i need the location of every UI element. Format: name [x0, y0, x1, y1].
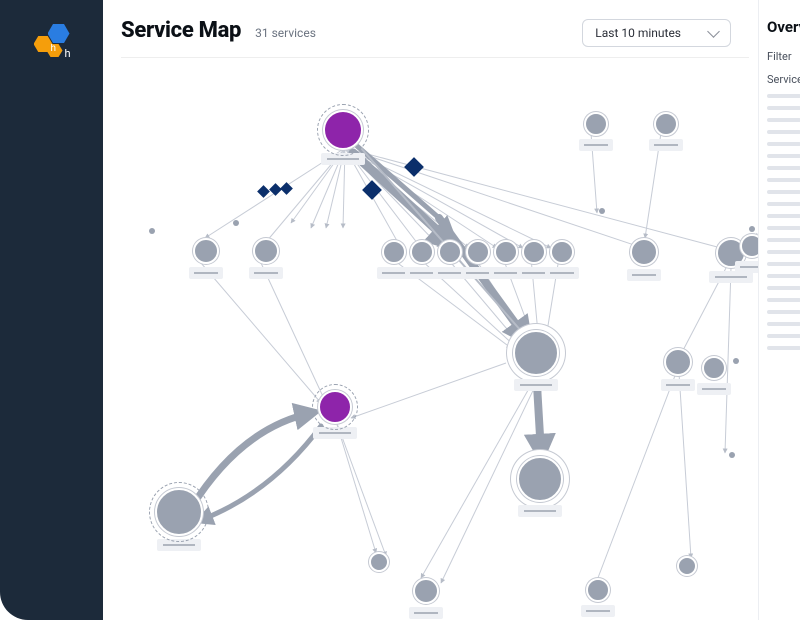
- nav-sidebar: h: [0, 0, 103, 620]
- list-item[interactable]: [767, 190, 800, 194]
- chevron-down-icon: [707, 25, 720, 38]
- service-node[interactable]: [661, 348, 695, 391]
- edge-marker-diamond: [269, 183, 282, 196]
- list-item[interactable]: [767, 226, 800, 230]
- endpoint-dot: [733, 358, 739, 364]
- service-node[interactable]: [321, 110, 365, 165]
- list-item[interactable]: [767, 274, 800, 278]
- filter-label[interactable]: Filter: [767, 50, 800, 63]
- endpoint-dot: [749, 226, 755, 232]
- list-item[interactable]: [767, 334, 800, 338]
- timerange-select[interactable]: Last 10 minutes: [582, 19, 731, 47]
- list-item[interactable]: [767, 118, 800, 122]
- service-list: [767, 94, 800, 350]
- list-item[interactable]: [767, 250, 800, 254]
- main-content: Service Map 31 services Last 10 minutes: [103, 0, 800, 620]
- list-item[interactable]: [767, 262, 800, 266]
- list-item[interactable]: [767, 346, 800, 350]
- page-header: Service Map 31 services Last 10 minutes: [121, 18, 749, 58]
- service-node[interactable]: [513, 330, 559, 391]
- service-node[interactable]: [697, 356, 731, 395]
- edge-marker-diamond: [362, 180, 382, 200]
- list-item[interactable]: [767, 310, 800, 314]
- page-title: Service Map: [121, 18, 241, 43]
- endpoint-dot: [729, 452, 735, 458]
- services-label: Services: [767, 73, 800, 86]
- list-item[interactable]: [767, 94, 800, 98]
- service-node[interactable]: [627, 238, 661, 281]
- endpoint-dot: [599, 208, 605, 214]
- edge-marker-diamond: [404, 157, 424, 177]
- logo-letter: h: [65, 47, 71, 60]
- service-node[interactable]: [249, 238, 283, 279]
- service-node[interactable]: [581, 578, 615, 617]
- list-item[interactable]: [767, 166, 800, 170]
- service-map-canvas[interactable]: [121, 58, 767, 618]
- edge-marker-diamond: [257, 185, 270, 198]
- edge-marker-diamond: [280, 182, 293, 195]
- service-node[interactable]: [517, 456, 563, 517]
- list-item[interactable]: [767, 142, 800, 146]
- service-node[interactable]: [649, 112, 683, 151]
- list-item[interactable]: [767, 106, 800, 110]
- service-node[interactable]: [313, 390, 357, 439]
- list-item[interactable]: [767, 130, 800, 134]
- list-item[interactable]: [767, 238, 800, 242]
- service-node[interactable]: [545, 240, 579, 279]
- endpoint-dot: [233, 220, 239, 226]
- service-node[interactable]: [677, 556, 697, 576]
- service-node[interactable]: [579, 112, 613, 151]
- list-item[interactable]: [767, 322, 800, 326]
- overview-panel: Overview Filter Services: [758, 0, 800, 620]
- service-node[interactable]: [155, 488, 203, 551]
- list-item[interactable]: [767, 178, 800, 182]
- list-item[interactable]: [767, 298, 800, 302]
- service-count-label: 31 services: [255, 26, 316, 40]
- service-node[interactable]: [369, 552, 389, 572]
- service-node[interactable]: [409, 578, 443, 619]
- timerange-selected: Last 10 minutes: [595, 26, 681, 40]
- list-item[interactable]: [767, 154, 800, 158]
- list-item[interactable]: [767, 214, 800, 218]
- endpoint-dot: [149, 228, 155, 234]
- list-item[interactable]: [767, 286, 800, 290]
- service-node[interactable]: [189, 238, 223, 279]
- panel-title: Overview: [767, 18, 800, 36]
- brand-logo[interactable]: h: [30, 24, 74, 68]
- list-item[interactable]: [767, 202, 800, 206]
